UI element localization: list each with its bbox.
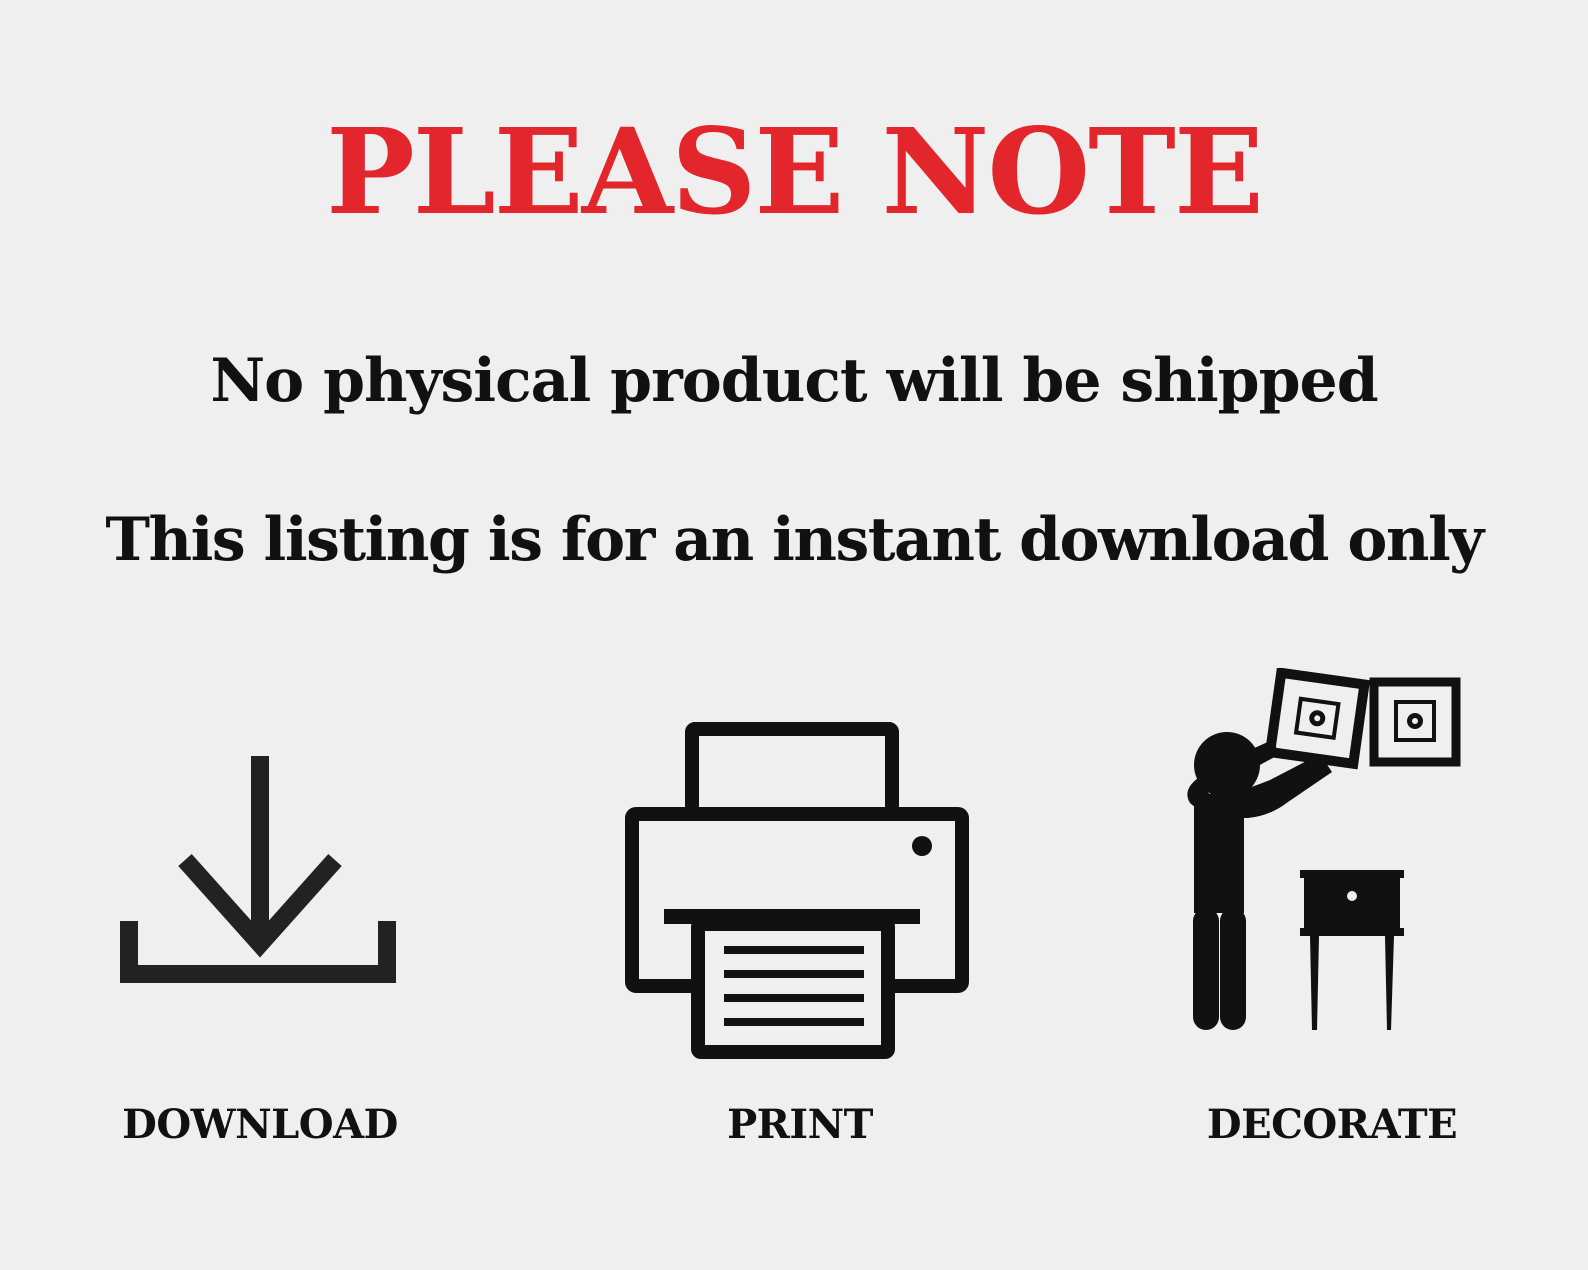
page-title: PLEASE NOTE	[326, 102, 1264, 241]
print-label: PRINT	[727, 1101, 873, 1148]
no-physical-product-note: No physical product will be shipped	[210, 346, 1378, 416]
person-hanging-picture-icon	[1187, 668, 1461, 1030]
decorate-label: DECORATE	[1206, 1101, 1458, 1148]
printer-icon	[625, 722, 969, 1059]
download-icon	[120, 756, 396, 983]
download-label: DOWNLOAD	[122, 1101, 398, 1148]
instant-download-note: This listing is for an instant download …	[105, 505, 1484, 575]
